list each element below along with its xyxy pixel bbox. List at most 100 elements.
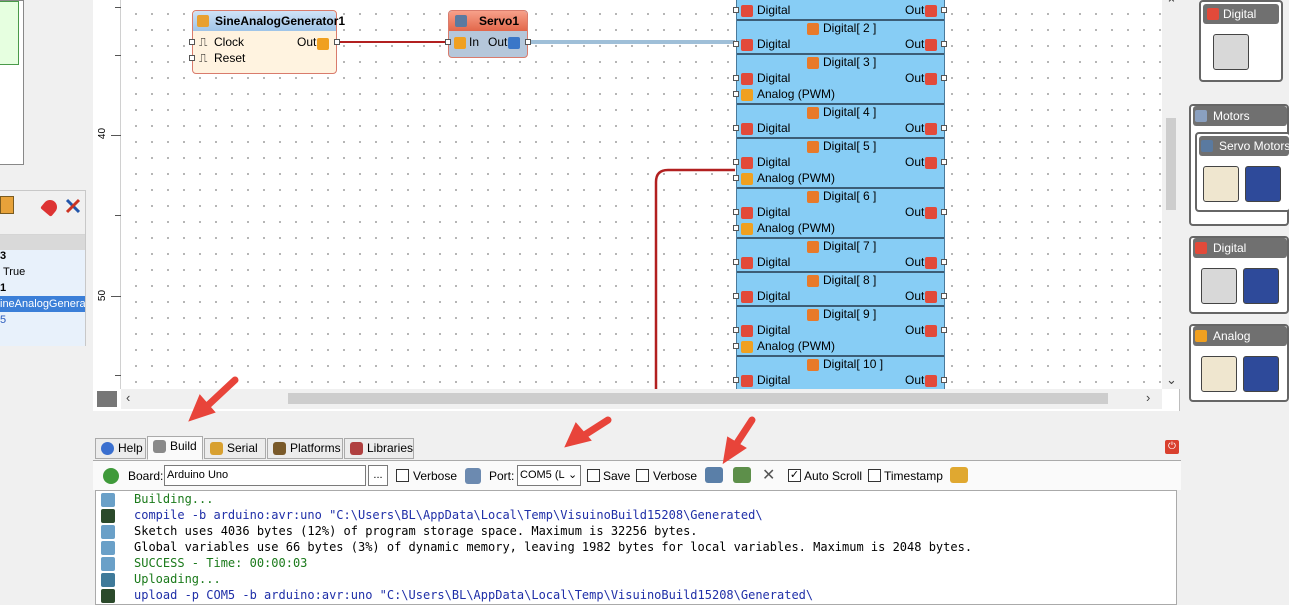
arduino-board-component[interactable]: Digital Out Digital[ 2 ] Digital Out Digita…	[733, 0, 947, 407]
channel-out-pin[interactable]	[941, 75, 947, 81]
channel-title[interactable]: Digital[ 3 ]	[823, 55, 876, 69]
horizontal-scrollbar[interactable]: ‹ ›	[121, 389, 1162, 409]
prop-value[interactable]: 1	[0, 280, 85, 296]
properties-toolbar	[0, 191, 85, 235]
palette-item-analog-1[interactable]	[1201, 356, 1237, 392]
channel-pin[interactable]	[733, 225, 739, 231]
channel-pin[interactable]	[733, 343, 739, 349]
layout-icon[interactable]	[0, 196, 14, 214]
design-canvas[interactable]: 40 50 SineAnalogGenerator1 ⎍ Clock ⎍ Res…	[93, 0, 1180, 411]
analog-icon	[741, 173, 753, 185]
channel-pin[interactable]	[733, 125, 739, 131]
channel-pin[interactable]	[733, 209, 739, 215]
channel-title[interactable]: Digital[ 2 ]	[823, 21, 876, 35]
channel-out-pin[interactable]	[941, 159, 947, 165]
palette-item-digital-1[interactable]	[1201, 268, 1237, 304]
channel-title[interactable]: Digital[ 9 ]	[823, 307, 876, 321]
palette-item-digital-2[interactable]	[1243, 268, 1279, 304]
digital-icon	[1207, 8, 1219, 20]
build-toolbar: Board: Arduino Uno ... Verbose Port: COM…	[93, 460, 1181, 490]
port-refresh-icon[interactable]	[465, 468, 481, 484]
timestamp-checkbox[interactable]	[868, 469, 881, 482]
channel-out-pin[interactable]	[941, 327, 947, 333]
scroll-up-icon[interactable]: ⌃	[1166, 0, 1177, 12]
scroll-left-icon[interactable]: ‹	[126, 390, 130, 405]
compile-icon[interactable]	[705, 467, 723, 483]
scroll-down-icon[interactable]: ⌄	[1166, 372, 1177, 388]
tab-help[interactable]: Help	[95, 438, 146, 459]
close-panel-icon[interactable]: ⏻	[1165, 440, 1179, 454]
tools-icon[interactable]	[65, 198, 81, 214]
palette-category[interactable]: Motors	[1193, 106, 1287, 126]
verbose-checkbox[interactable]	[396, 469, 409, 482]
upload-icon[interactable]	[733, 467, 751, 483]
channel-pin[interactable]	[733, 75, 739, 81]
tab-platforms[interactable]: Platforms	[267, 438, 343, 459]
servo-component[interactable]: Servo1 In Out	[445, 10, 531, 58]
prop-value[interactable]: 5	[0, 312, 85, 328]
palette-category[interactable]: Analog	[1193, 326, 1287, 346]
stop-icon[interactable]: ✕	[762, 465, 775, 485]
channel-out-pin[interactable]	[941, 259, 947, 265]
clock-pin[interactable]	[189, 39, 195, 45]
navigator-box[interactable]	[97, 391, 117, 407]
digital-icon	[741, 207, 753, 219]
in-pin[interactable]	[445, 39, 451, 45]
chevron-down-icon[interactable]: ⌄	[568, 466, 577, 485]
reset-pin[interactable]	[189, 55, 195, 61]
palette-item-digital[interactable]	[1213, 34, 1249, 70]
channel-pin[interactable]	[733, 327, 739, 333]
channel-out-pin[interactable]	[941, 41, 947, 47]
clear-log-icon[interactable]	[950, 467, 968, 483]
properties-list[interactable]: 3 True 1 ineAnalogGenera 5	[0, 250, 85, 346]
prop-value[interactable]: True	[3, 264, 88, 280]
auto-scroll-checkbox[interactable]: ✓	[788, 469, 801, 482]
channel-out-pin[interactable]	[941, 293, 947, 299]
out-pin[interactable]	[334, 39, 340, 45]
out-pin[interactable]	[525, 39, 531, 45]
palette-item-analog-2[interactable]	[1243, 356, 1279, 392]
digital-icon	[741, 73, 753, 85]
palette-category[interactable]: Digital	[1193, 238, 1287, 258]
pin-icon[interactable]	[40, 197, 60, 217]
sine-analog-generator[interactable]: SineAnalogGenerator1 ⎍ Clock ⎍ Reset Out	[189, 10, 345, 74]
palette-item-servo[interactable]	[1203, 166, 1239, 202]
board-field[interactable]: Arduino Uno	[164, 465, 366, 486]
channel-pin[interactable]	[733, 41, 739, 47]
channel-pin[interactable]	[733, 7, 739, 13]
port-select[interactable]: COM5 (L ⌄	[517, 465, 581, 486]
channel-title[interactable]: Digital[ 5 ]	[823, 139, 876, 153]
component-title[interactable]: SineAnalogGenerator1	[193, 11, 345, 31]
prop-value[interactable]: 3	[0, 248, 85, 264]
scroll-right-icon[interactable]: ›	[1146, 390, 1150, 405]
tab-serial[interactable]: Serial	[204, 438, 266, 459]
channel-pin[interactable]	[733, 159, 739, 165]
save-checkbox[interactable]	[587, 469, 600, 482]
verbose-upload-checkbox[interactable]	[636, 469, 649, 482]
tab-build[interactable]: Build	[147, 436, 203, 460]
channel-pin[interactable]	[733, 91, 739, 97]
channel-pin[interactable]	[733, 259, 739, 265]
channel-out-pin[interactable]	[941, 377, 947, 383]
channel-pin[interactable]	[733, 377, 739, 383]
tab-libraries[interactable]: Libraries	[344, 438, 414, 459]
channel-title[interactable]: Digital[ 4 ]	[823, 105, 876, 119]
channel-title[interactable]: Digital[ 10 ]	[823, 357, 883, 371]
vertical-scroll-thumb[interactable]	[1166, 118, 1176, 210]
channel-out-pin[interactable]	[941, 209, 947, 215]
channel-title[interactable]: Digital[ 8 ]	[823, 273, 876, 287]
channel-title[interactable]: Digital[ 6 ]	[823, 189, 876, 203]
channel-pin[interactable]	[733, 175, 739, 181]
channel-pin[interactable]	[733, 293, 739, 299]
refresh-icon[interactable]	[103, 468, 119, 484]
component-preview	[0, 0, 24, 165]
channel-out-pin[interactable]	[941, 125, 947, 131]
prop-value-selected[interactable]: ineAnalogGenera	[0, 296, 85, 312]
channel-out-pin[interactable]	[941, 7, 947, 13]
palette-item-servo-2[interactable]	[1245, 166, 1281, 202]
horizontal-scroll-thumb[interactable]	[288, 393, 1108, 404]
channel-title[interactable]: Digital[ 7 ]	[823, 239, 876, 253]
board-browse-button[interactable]: ...	[368, 465, 388, 486]
vertical-scrollbar[interactable]: ⌃ ⌄	[1162, 0, 1180, 389]
build-output-console[interactable]: Building... compile -b arduino:avr:uno "C…	[95, 490, 1177, 605]
